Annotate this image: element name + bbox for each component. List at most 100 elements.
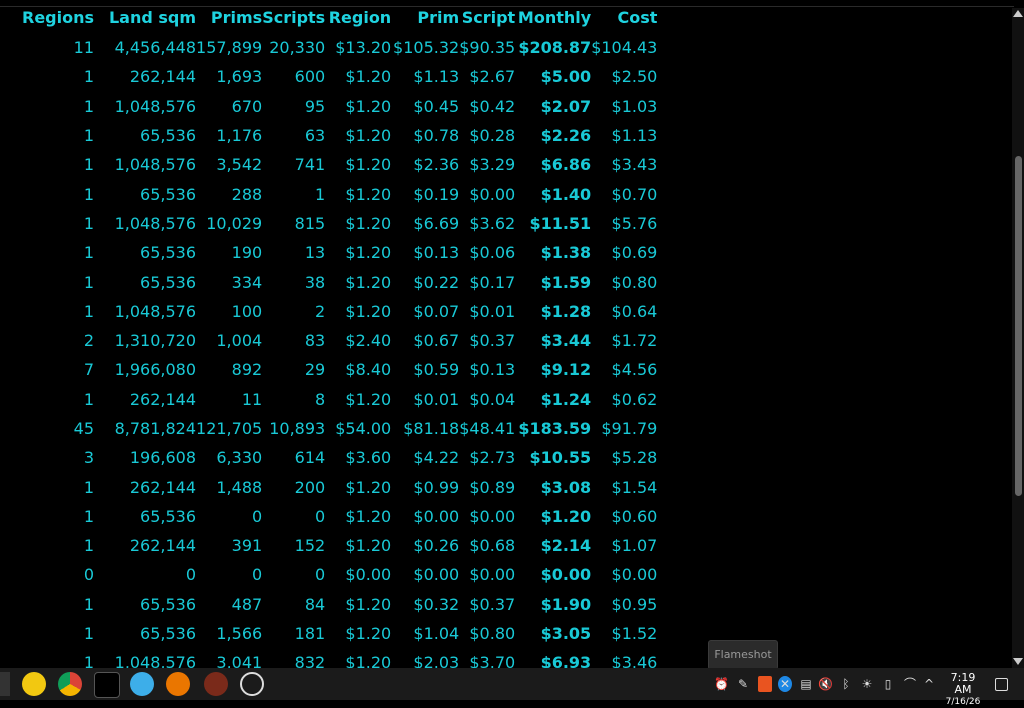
kde-connect-icon[interactable] — [130, 672, 154, 696]
table-cell: $0.13 — [413, 243, 460, 263]
table-cell: 600 — [294, 67, 326, 87]
clipboard-icon[interactable]: ▤ — [800, 676, 812, 692]
table-row: 0 0 0 0 $0.00 $0.00 $0.00 $0.00 $0.00 — [22, 560, 658, 589]
table-cell: 262,144 — [129, 67, 197, 87]
table-cell: 181 — [294, 624, 326, 644]
battery-icon[interactable]: ▯ — [882, 676, 894, 692]
table-cell: $0.06 — [469, 243, 516, 263]
table-cell: $1.03 — [611, 96, 658, 116]
table-cell: $1.40 — [540, 184, 592, 204]
vertical-scrollbar[interactable] — [1012, 8, 1024, 668]
table-cell: 0 — [252, 506, 263, 526]
table-cell: $0.80 — [469, 624, 516, 644]
table-cell: 8,781,824 — [114, 419, 197, 438]
table-cell: 1 — [83, 184, 95, 204]
brightness-icon[interactable]: ☀ — [860, 676, 874, 692]
header-script: Script — [461, 8, 516, 27]
table-cell: 1,048,576 — [114, 155, 197, 175]
table-cell: $0.07 — [413, 301, 460, 321]
table-cell: 11 — [241, 389, 263, 409]
table-cell: $0.22 — [413, 272, 460, 292]
scroll-up-arrow-icon[interactable] — [1013, 10, 1023, 17]
table-cell: $6.93 — [540, 653, 592, 668]
table-row: 1 1,048,576 10,029 815 $1.20 $6.69 $3.62 $11.51… — [22, 209, 658, 238]
table-cell: $0.68 — [469, 536, 516, 556]
table-cell: $0.01 — [469, 301, 516, 321]
table-row: 45 8,781,824 121,705 10,893 $54.00 $81.18 $48.… — [22, 414, 658, 443]
wifi-icon[interactable]: ⌒ — [902, 676, 918, 692]
table-cell: $0.19 — [413, 184, 460, 204]
x-icon[interactable]: ✕ — [778, 676, 792, 692]
pen-icon[interactable]: ✎ — [736, 676, 750, 692]
table-cell: $0.78 — [413, 126, 460, 146]
table-cell: 1,310,720 — [114, 331, 197, 351]
alarm-icon[interactable]: ⏰ — [714, 676, 729, 692]
table-cell: $6.86 — [540, 155, 592, 175]
table-row: 3 196,608 6,330 614 $3.60 $4.22 $2.73 $10.55 $5.… — [22, 443, 658, 472]
pikachu-icon[interactable] — [22, 672, 46, 696]
header-regions: Regions — [22, 8, 95, 27]
table-cell: 815 — [294, 213, 326, 233]
chrome-icon[interactable] — [58, 672, 82, 696]
table-cell: 262,144 — [129, 389, 197, 409]
table-cell: 288 — [231, 184, 263, 204]
table-cell: 65,536 — [140, 506, 197, 526]
ubuntu-icon[interactable] — [758, 676, 772, 692]
table-cell: $1.90 — [540, 594, 592, 614]
table-row: 11 4,456,448 157,899 20,330 $13.20 $105.32 $90… — [22, 33, 658, 62]
clock[interactable]: 7:19 AM 7/16/26 — [944, 672, 982, 708]
table-row: 1 65,536 334 38 $1.20 $0.22 $0.17 $1.59 $0.80 — [22, 267, 658, 296]
terminal-output: Regions Land sqm Prims Scripts Region Pr… — [0, 8, 1012, 668]
table-cell: $9.12 — [540, 360, 592, 380]
header-prims: Prims — [210, 8, 263, 27]
table-cell: $91.79 — [601, 419, 658, 438]
table-cell: 200 — [294, 477, 326, 497]
table-row: 1 1,048,576 3,041 832 $1.20 $2.03 $3.70 $6.93 $3… — [22, 648, 658, 668]
table-cell: $0.17 — [469, 272, 516, 292]
table-cell: $2.26 — [540, 126, 592, 146]
table-cell: 8 — [315, 389, 326, 409]
table-cell: 65,536 — [140, 126, 197, 146]
table-cell: 1,048,576 — [114, 653, 197, 668]
table-cell: 38 — [304, 272, 326, 292]
table-row: 1 65,536 1,176 63 $1.20 $0.78 $0.28 $2.26 $1.13 — [22, 121, 658, 150]
table-cell: $3.44 — [540, 331, 592, 351]
notifications-icon[interactable] — [995, 678, 1008, 691]
table-cell: $0.01 — [413, 389, 460, 409]
window-top-border — [0, 0, 1014, 7]
basketball-icon[interactable] — [240, 672, 264, 696]
chevron-up-icon[interactable]: ^ — [922, 676, 936, 692]
table-cell: 3,041 — [216, 653, 263, 668]
table-cell: $10.55 — [529, 448, 592, 468]
taskbar-tooltip: Flameshot — [708, 640, 778, 670]
header-land-sqm: Land sqm — [108, 8, 197, 27]
table-cell: 1 — [83, 301, 95, 321]
table-cell: $0.67 — [413, 331, 460, 351]
table-cell: $0.00 — [413, 565, 460, 585]
scrollbar-thumb[interactable] — [1015, 156, 1022, 496]
start-edge-icon[interactable] — [0, 672, 10, 696]
bluetooth-icon[interactable]: ᛒ — [840, 676, 852, 692]
scroll-down-arrow-icon[interactable] — [1013, 658, 1023, 665]
table-cell: $2.50 — [611, 67, 658, 87]
table-cell: $1.28 — [540, 301, 592, 321]
table-cell: $0.26 — [413, 536, 460, 556]
table-row: 1 65,536 190 13 $1.20 $0.13 $0.06 $1.38 $0.69 — [22, 238, 658, 267]
table-cell: $4.56 — [611, 360, 658, 380]
volume-muted-icon[interactable]: 🔇 — [818, 676, 833, 692]
table-cell: $81.18 — [403, 419, 460, 438]
table-cell: 45 — [73, 419, 95, 438]
inkscape-icon[interactable] — [94, 672, 120, 698]
table-cell: $3.60 — [345, 448, 392, 468]
clock-date: 7/16/26 — [945, 697, 981, 707]
table-cell: 13 — [304, 243, 326, 263]
table-cell: 4,456,448 — [114, 38, 197, 58]
table-cell: $0.95 — [611, 594, 658, 614]
table-cell: $1.20 — [345, 594, 392, 614]
game-icon[interactable] — [204, 672, 228, 696]
table-cell: 1,566 — [216, 624, 263, 644]
blender-icon[interactable] — [166, 672, 190, 696]
table-cell: 670 — [231, 96, 263, 116]
table-cell: $0.04 — [469, 389, 516, 409]
table-cell: 614 — [294, 448, 326, 468]
